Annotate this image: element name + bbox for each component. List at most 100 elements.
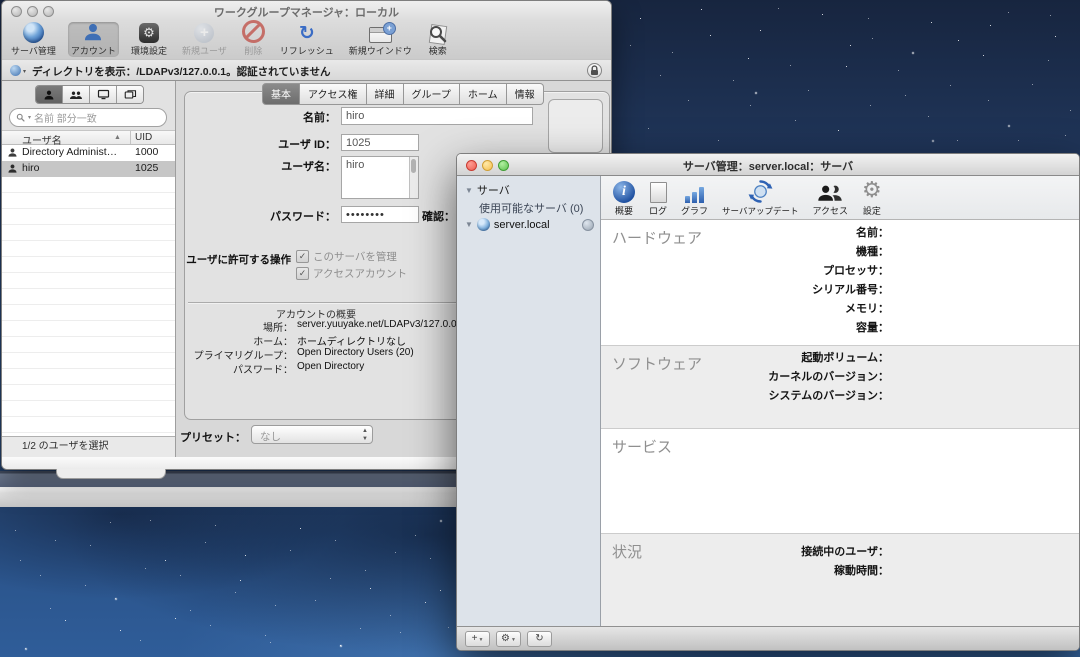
field-kernel-version: カーネルのバージョン： — [601, 368, 889, 387]
accounts-person-icon — [82, 21, 104, 43]
disclosure-triangle-icon[interactable]: ▼ — [465, 220, 473, 229]
chevron-down-icon: ▾ — [28, 114, 31, 121]
password-field[interactable]: •••••••• — [341, 206, 419, 223]
allow-operations-label: ユーザに許可する操作 — [176, 252, 291, 267]
sa-bottom-bar: +▼ ⚙▼ ↻ — [457, 626, 1079, 650]
refresh-button[interactable]: ↻ — [527, 631, 552, 647]
toolbar-server-admin-button[interactable]: サーバ管理 — [8, 22, 59, 57]
add-server-button[interactable]: +▼ — [465, 631, 490, 647]
sa-toolbar: i 概要 ログ グラフ — [601, 176, 1079, 220]
summary-home-value: ホームディレクトリなし — [297, 333, 406, 348]
user-list-empty-area[interactable] — [2, 177, 175, 436]
user-id-label: ユーザ ID： — [186, 136, 336, 152]
scrollbar[interactable] — [409, 157, 418, 198]
graph-bars-icon — [685, 178, 704, 203]
action-menu-button[interactable]: ⚙▼ — [496, 631, 521, 647]
column-uid[interactable]: UID — [135, 132, 152, 143]
section-hardware: ハードウェア 名前： 機種： プロセッサ： シリアル番号： メモリ： 容量： — [601, 220, 1079, 345]
chevron-down-icon: ▾ — [23, 68, 26, 75]
overview-info-icon: i — [613, 178, 635, 203]
toolbar-graphs-button[interactable]: グラフ — [681, 178, 708, 217]
record-tabs: 基本 アクセス権 詳細 グループ ホーム 情報 — [262, 83, 544, 105]
groups-segment[interactable] — [63, 86, 90, 103]
name-field[interactable]: hiro — [341, 107, 533, 125]
short-name-label: ユーザ名： — [186, 158, 336, 174]
wgm-toolbar: サーバ管理 アカウント ⚙ 環境設定 + 新規ユーザ 削除 ↻ — [2, 21, 611, 59]
window-title: サーバ管理：server.local：サーバ — [457, 158, 1079, 174]
summary-primary-group-label: プライマリグループ： — [176, 347, 293, 362]
settings-gear-icon: ⚙ — [862, 178, 882, 203]
user-row-directory-administrator[interactable]: Directory Administ… 1000 — [2, 145, 175, 161]
sa-titlebar[interactable]: サーバ管理：server.local：サーバ — [457, 154, 1079, 176]
toolbar-preferences-button[interactable]: ⚙ 環境設定 — [128, 22, 170, 57]
short-names-box[interactable]: hiro — [341, 156, 419, 199]
user-picture-well[interactable] — [548, 99, 603, 153]
server-update-icon — [748, 179, 773, 204]
overview-sections: ハードウェア 名前： 機種： プロセッサ： シリアル番号： メモリ： 容量： ソ… — [601, 220, 1079, 626]
wgm-sidebar: ▾ 名前 部分一致 ユーザ名 ▲ UID Directory Administ…… — [2, 81, 176, 457]
selection-status-text: 1/2 のユーザを選択 — [2, 436, 175, 457]
toolbar-refresh-button[interactable]: ↻ リフレッシュ — [277, 22, 337, 57]
tab-info[interactable]: 情報 — [507, 83, 544, 105]
toolbar-overview-button[interactable]: i 概要 — [613, 178, 635, 217]
field-capacity: 容量： — [601, 319, 889, 338]
server-admin-sphere-icon — [23, 22, 44, 43]
tab-basic[interactable]: 基本 — [262, 83, 300, 105]
lock-icon[interactable] — [587, 63, 602, 78]
toolbar-log-button[interactable]: ログ — [649, 178, 667, 217]
disclosure-triangle-icon[interactable]: ▼ — [465, 186, 473, 195]
user-row-hiro[interactable]: hiro 1025 — [2, 161, 175, 177]
summary-primary-group-value: Open Directory Users (20) — [297, 347, 414, 358]
sort-asc-icon: ▲ — [114, 134, 121, 141]
summary-home-label: ホーム： — [176, 333, 293, 348]
user-id-field[interactable]: 1025 — [341, 134, 419, 151]
computers-segment[interactable] — [90, 86, 117, 103]
delete-prohibition-icon — [242, 21, 265, 43]
computer-groups-segment[interactable] — [117, 86, 143, 103]
toolbar-new-window-button[interactable]: + 新規ウインドウ — [346, 22, 415, 57]
user-list-header: ユーザ名 ▲ UID — [2, 130, 175, 145]
preferences-gear-icon: ⚙ — [139, 22, 159, 43]
column-divider[interactable] — [130, 131, 131, 144]
server-admin-window: サーバ管理：server.local：サーバ ▼ サーバ 使用可能なサーバ (0… — [456, 153, 1080, 651]
toolbar-delete-button[interactable]: 削除 — [239, 22, 268, 57]
users-segment[interactable] — [36, 86, 63, 103]
sa-main-pane: i 概要 ログ グラフ — [601, 176, 1079, 626]
tab-advanced[interactable]: 詳細 — [367, 83, 404, 105]
tab-home[interactable]: ホーム — [460, 83, 507, 105]
popup-arrows-icon: ▲▼ — [362, 427, 368, 443]
user-icon — [7, 147, 18, 161]
sidebar-item-server-local[interactable]: ▼ server.local — [465, 218, 594, 231]
tab-privileges[interactable]: アクセス権 — [300, 83, 367, 105]
toolbar-access-button[interactable]: アクセス — [812, 178, 848, 217]
field-processor: プロセッサ： — [601, 262, 889, 281]
new-window-icon: + — [369, 22, 392, 43]
summary-location-label: 場所： — [176, 319, 293, 334]
summary-password-label: パスワード： — [176, 361, 293, 376]
screen: ワークグループマネージャ：ローカル サーバ管理 アカウント ⚙ 環境設定 + 新… — [0, 0, 1080, 657]
section-software: ソフトウェア 起動ボリューム： カーネルのバージョン： システムのバージョン： — [601, 345, 1079, 429]
summary-password-value: Open Directory — [297, 361, 364, 372]
wgm-titlebar[interactable]: ワークグループマネージャ：ローカル — [2, 1, 611, 21]
field-system-version: システムのバージョン： — [601, 387, 889, 406]
directory-globe-icon[interactable] — [10, 65, 21, 76]
summary-location-value: server.yuuyake.net/LDAPv3/127.0.0.1 — [297, 319, 465, 330]
toolbar-accounts-button[interactable]: アカウント — [68, 22, 119, 57]
toolbar-new-user-button[interactable]: + 新規ユーザ — [179, 22, 230, 57]
sidebar-group-servers[interactable]: ▼ サーバ — [465, 182, 510, 198]
field-uptime: 稼動時間： — [601, 562, 889, 581]
sidebar-available-servers: 使用可能なサーバ (0) — [479, 200, 583, 216]
toolbar-search-button[interactable]: 検索 — [424, 22, 452, 57]
preset-popup-menu[interactable]: なし ▲▼ — [251, 425, 373, 444]
directory-status-text: ディレクトリを表示：/LDAPv3/127.0.0.1。認証されていません — [32, 64, 331, 79]
sa-sidebar: ▼ サーバ 使用可能なサーバ (0) ▼ server.local — [457, 176, 601, 626]
access-users-icon — [817, 178, 843, 203]
toolbar-settings-button[interactable]: ⚙ 設定 — [862, 178, 882, 217]
admin-server-checkbox[interactable]: ✓ このサーバを管理 — [296, 249, 397, 264]
wgm-drawer-handle[interactable] — [56, 469, 166, 479]
user-search-input[interactable]: ▾ 名前 部分一致 — [9, 108, 167, 127]
toolbar-server-update-button[interactable]: サーバアップデート — [722, 178, 798, 217]
new-user-icon: + — [194, 22, 214, 43]
access-account-checkbox[interactable]: ✓ アクセスアカウント — [296, 266, 407, 281]
tab-groups[interactable]: グループ — [404, 83, 460, 105]
